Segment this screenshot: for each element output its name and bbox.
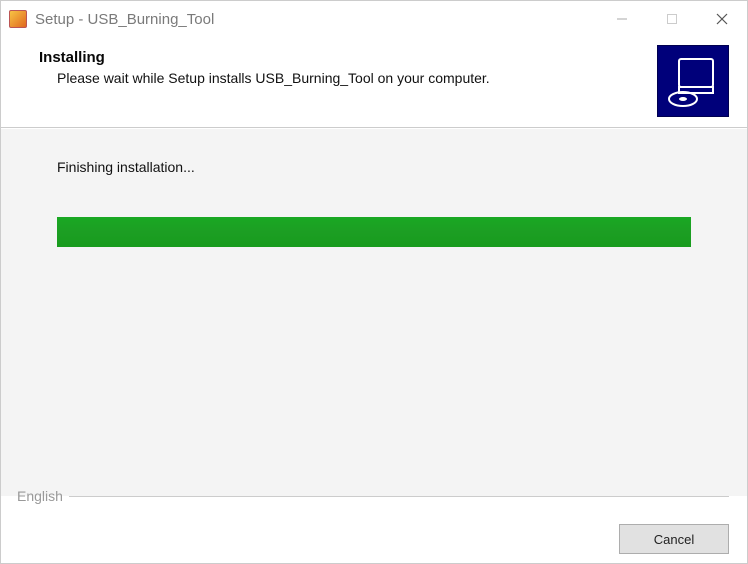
titlebar: Setup - USB_Burning_Tool — [1, 1, 747, 37]
close-icon[interactable] — [697, 1, 747, 37]
content-area: Finishing installation... — [1, 128, 747, 496]
computer-disc-icon — [657, 45, 729, 117]
cancel-button[interactable]: Cancel — [619, 524, 729, 554]
progress-fill — [57, 217, 691, 247]
wizard-header: Installing Please wait while Setup insta… — [1, 37, 747, 128]
language-label[interactable]: English — [17, 488, 63, 504]
status-text: Finishing installation... — [57, 159, 691, 175]
header-heading: Installing — [39, 49, 490, 66]
footer: English Cancel — [1, 488, 747, 554]
window-controls — [597, 1, 747, 37]
divider-line — [69, 496, 729, 497]
app-icon — [9, 10, 27, 28]
minimize-icon[interactable] — [597, 1, 647, 37]
maximize-icon — [647, 1, 697, 37]
window-title: Setup - USB_Burning_Tool — [35, 11, 597, 28]
header-subtext: Please wait while Setup installs USB_Bur… — [57, 70, 490, 86]
progress-bar — [57, 217, 691, 247]
